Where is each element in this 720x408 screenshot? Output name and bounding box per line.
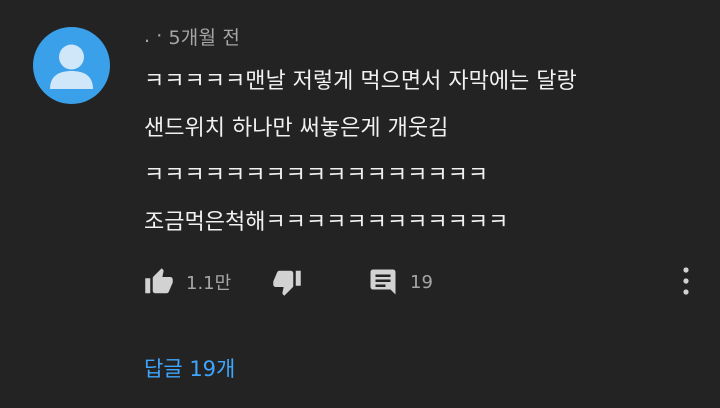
comment-line: ㅋㅋㅋㅋㅋ맨날 저렇게 먹으면서 자막에는 달랑: [144, 69, 577, 94]
comment-icon: [370, 269, 396, 295]
author-name[interactable]: .: [144, 25, 150, 47]
comment-line: ㅋㅋㅋㅋㅋㅋㅋㅋㅋㅋㅋㅋㅋㅋㅋㅋㅋ: [144, 163, 489, 188]
comment-text: ㅋㅋㅋㅋㅋ맨날 저렇게 먹으면서 자막에는 달랑 샌드위치 하나만 써놓은게 개…: [144, 58, 664, 246]
default-user-icon: [50, 44, 93, 89]
avatar[interactable]: [33, 27, 110, 104]
reply-count: 19: [410, 271, 433, 293]
comment-time[interactable]: 5개월 전: [169, 23, 241, 50]
like-button[interactable]: 1.1만: [144, 267, 272, 297]
thumb-up-icon: [145, 268, 173, 294]
dislike-button[interactable]: [272, 267, 368, 297]
view-replies-link[interactable]: 답글 19개: [144, 350, 235, 386]
more-vertical-icon: [683, 267, 689, 295]
like-count: 1.1만: [186, 273, 232, 294]
meta-separator: ·: [156, 25, 163, 47]
comment-thread: . · 5개월 전 ㅋㅋㅋㅋㅋ맨날 저렇게 먹으면서 자막에는 달랑 샌드위치 …: [0, 0, 720, 408]
comment-line: 샌드위치 하나만 써놓은게 개웃김: [144, 116, 449, 141]
comment-actions: 1.1만 19: [144, 262, 433, 302]
comment-header: . · 5개월 전: [144, 22, 240, 50]
more-options-button[interactable]: [672, 262, 700, 300]
comment-line: 조금먹은척해ㅋㅋㅋㅋㅋㅋㅋㅋㅋㅋㅋㅋ: [144, 210, 509, 235]
reply-button[interactable]: 19: [368, 267, 433, 297]
thumb-down-icon: [273, 270, 301, 296]
